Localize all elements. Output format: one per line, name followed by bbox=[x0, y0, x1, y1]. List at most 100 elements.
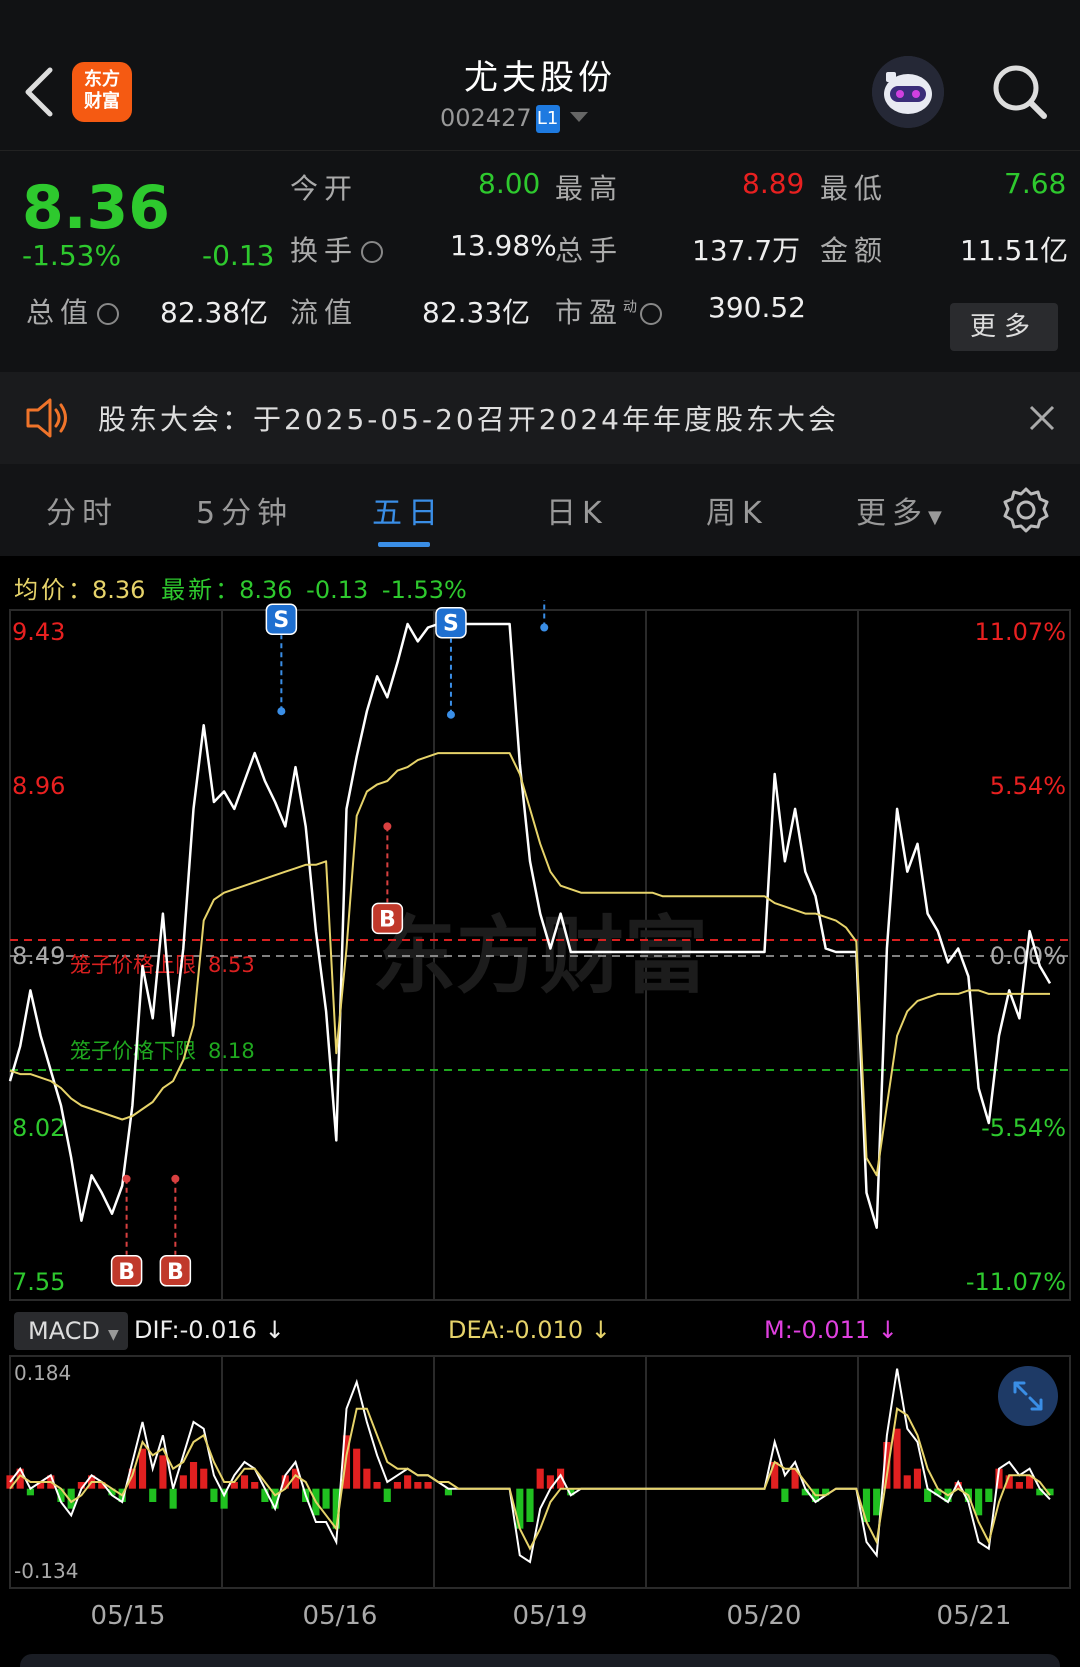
macd-bar bbox=[251, 1482, 259, 1489]
macd-bar bbox=[893, 1428, 901, 1489]
marker-label: S bbox=[443, 612, 459, 637]
macd-bar bbox=[363, 1468, 371, 1489]
info-dots-icon[interactable] bbox=[640, 303, 663, 325]
speaker-icon bbox=[26, 398, 67, 438]
macd-bar bbox=[383, 1488, 391, 1502]
y-tick-left-1: 8.96 bbox=[12, 772, 65, 800]
macd-bar bbox=[404, 1475, 412, 1489]
tab-five-day[interactable]: 五日 bbox=[372, 488, 444, 532]
tab-intraday[interactable]: 分时 bbox=[46, 488, 118, 532]
back-arrow-icon[interactable] bbox=[18, 62, 58, 122]
volume-value: 137.7万 bbox=[692, 234, 801, 267]
y-tick-right-4: -11.07% bbox=[966, 1268, 1066, 1296]
expand-button[interactable] bbox=[998, 1366, 1058, 1426]
buy-marker[interactable]: B bbox=[371, 822, 404, 935]
y-tick-left-3: 8.02 bbox=[12, 1114, 65, 1142]
mktcap-label[interactable]: 总值 bbox=[26, 291, 120, 331]
pe-value: 390.52 bbox=[708, 291, 806, 324]
eastmoney-logo[interactable]: 东方 财富 bbox=[72, 62, 132, 122]
stock-code-switcher[interactable]: 002427 L1 bbox=[440, 104, 588, 138]
x-axis-labels: 05/15 05/16 05/19 05/20 05/21 bbox=[91, 1601, 1012, 1631]
lower-band-label: 笼子价格下限 8.18 bbox=[70, 1039, 255, 1063]
mktcap-value: 82.38亿 bbox=[160, 296, 269, 329]
x-label-0: 05/15 bbox=[91, 1601, 166, 1631]
app-header: 东方 财富 尤夫股份 002427 L1 bbox=[0, 0, 1080, 150]
macd-bar bbox=[353, 1448, 361, 1489]
dea-value: DEA:-0.010 ↓ bbox=[448, 1316, 611, 1344]
macd-bar bbox=[322, 1488, 330, 1509]
change-amount: -0.13 bbox=[202, 239, 275, 272]
search-icon[interactable] bbox=[990, 62, 1050, 122]
more-quote-button[interactable]: 更多 bbox=[950, 303, 1058, 351]
turnover-value: 13.98% bbox=[450, 229, 557, 262]
macd-bar bbox=[393, 1482, 402, 1489]
notice-text: 股东大会：于2025-05-20召开2024年年度股东大会 bbox=[98, 403, 839, 436]
buy-marker[interactable]: B bbox=[110, 1174, 143, 1287]
low-value: 7.68 bbox=[1004, 167, 1067, 200]
price-chart[interactable]: 东方财富 笼子价格上限 8.53 笼子价格下限 8.18 9.43 8.96 8.4… bbox=[0, 600, 1080, 1312]
indicator-selector[interactable]: MACD ▼ bbox=[14, 1312, 128, 1350]
notice-banner[interactable]: 股东大会：于2025-05-20召开2024年年度股东大会 bbox=[0, 372, 1080, 464]
macd-chart[interactable]: 0.184 -0.134 bbox=[0, 1352, 1080, 1592]
macd-bar bbox=[536, 1468, 544, 1489]
sell-marker[interactable]: S bbox=[529, 600, 559, 632]
tab-5min[interactable]: 5分钟 bbox=[196, 488, 293, 532]
stock-name: 尤夫股份 bbox=[464, 58, 616, 98]
tab-daily-k[interactable]: 日K bbox=[546, 488, 608, 532]
bottom-sheet-handle bbox=[20, 1654, 1060, 1667]
close-icon[interactable] bbox=[1028, 404, 1056, 432]
macd-y-bottom: -0.134 bbox=[14, 1559, 78, 1583]
x-label-3: 05/20 bbox=[727, 1601, 802, 1631]
macd-bar bbox=[903, 1475, 911, 1489]
macd-bar bbox=[189, 1462, 198, 1489]
float-label: 流值 bbox=[290, 296, 359, 329]
low-label: 最低 bbox=[820, 172, 889, 205]
marker-label: B bbox=[379, 907, 396, 932]
period-tabs: 分时 5分钟 五日 日K 周K 更多▼ bbox=[0, 464, 1080, 556]
info-dots-icon[interactable] bbox=[361, 241, 384, 263]
macd-bar bbox=[373, 1482, 381, 1489]
change-percent: -1.53% bbox=[22, 239, 122, 272]
y-tick-left-4: 7.55 bbox=[12, 1268, 65, 1296]
marker-label: S bbox=[273, 608, 289, 633]
buy-marker[interactable]: B bbox=[159, 1174, 192, 1287]
dif-value: DIF:-0.016 ↓ bbox=[134, 1316, 285, 1344]
info-dots-icon[interactable] bbox=[97, 303, 120, 325]
macd-bar bbox=[210, 1488, 218, 1502]
macd-bar bbox=[985, 1488, 993, 1502]
stock-code: 002427 bbox=[440, 104, 532, 132]
tab-more-label: 更多 bbox=[856, 496, 928, 531]
y-tick-right-0: 11.07% bbox=[974, 618, 1066, 646]
upper-band-label: 笼子价格上限 8.53 bbox=[70, 953, 255, 977]
robot-avatar-icon[interactable] bbox=[872, 56, 944, 128]
market-badge: L1 bbox=[535, 105, 560, 133]
quote-panel: 8.36 -1.53% -0.13 今开 8.00 最高 8.89 最低 7.6… bbox=[0, 150, 1080, 372]
high-value: 8.89 bbox=[742, 167, 805, 200]
macd-bar bbox=[1015, 1482, 1023, 1489]
float-value: 82.33亿 bbox=[422, 296, 531, 329]
dropdown-triangle-icon[interactable] bbox=[569, 112, 588, 122]
turnover-label[interactable]: 换手 bbox=[290, 229, 384, 269]
pe-label[interactable]: 市盈动 bbox=[555, 291, 663, 331]
macd-bar bbox=[240, 1475, 249, 1489]
macd-bar bbox=[138, 1448, 147, 1489]
x-label-2: 05/19 bbox=[513, 1601, 588, 1631]
tab-weekly-k[interactable]: 周K bbox=[706, 488, 768, 532]
turnover-label-text: 换手 bbox=[290, 234, 359, 267]
macd-bar bbox=[913, 1468, 922, 1489]
sell-marker[interactable]: S bbox=[265, 603, 298, 716]
indicator-selector-label: MACD bbox=[28, 1317, 100, 1345]
macd-bar bbox=[179, 1475, 187, 1489]
settings-gear-icon[interactable] bbox=[1002, 486, 1050, 534]
logo-text-1: 东方 bbox=[84, 69, 120, 90]
logo-text-2: 财富 bbox=[84, 91, 120, 112]
macd-bar bbox=[414, 1482, 422, 1489]
active-tab-indicator bbox=[378, 542, 430, 547]
high-label: 最高 bbox=[555, 172, 624, 205]
dropdown-triangle-icon: ▼ bbox=[107, 1327, 119, 1343]
macd-y-top: 0.184 bbox=[14, 1361, 71, 1385]
sell-marker[interactable]: S bbox=[435, 606, 467, 719]
tab-more[interactable]: 更多▼ bbox=[856, 488, 942, 532]
pe-label-text: 市盈 bbox=[555, 296, 624, 329]
pe-superscript: 动 bbox=[623, 299, 638, 316]
